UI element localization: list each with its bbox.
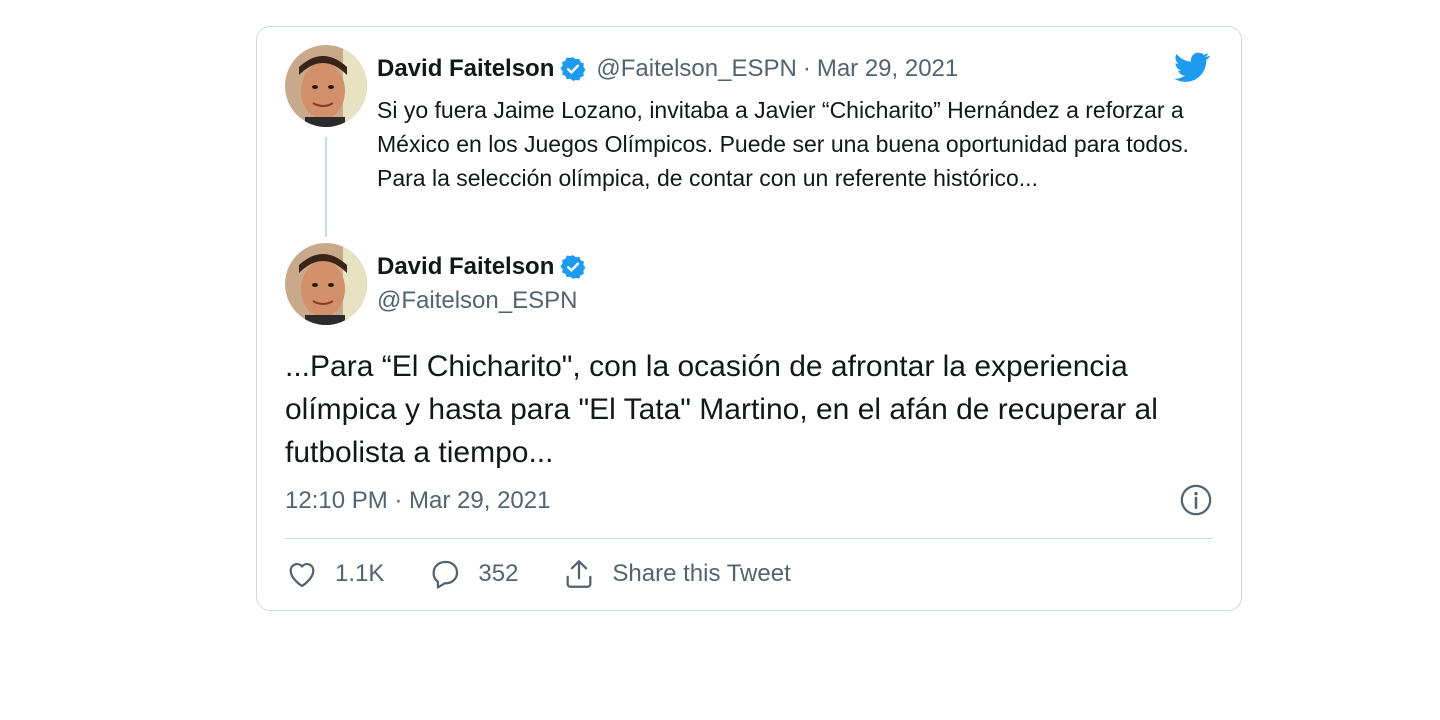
quoted-tweet-text: Si yo fuera Jaime Lozano, invitaba a Jav…: [377, 97, 1189, 191]
author-name[interactable]: David Faitelson: [377, 253, 554, 281]
tweet-actions: 1.1K 352 Share this Tweet: [285, 557, 835, 591]
like-button[interactable]: 1.1K: [285, 557, 384, 591]
like-count: 1.1K: [335, 560, 385, 587]
thread-connector-line: [325, 137, 327, 237]
verified-badge-icon: [560, 255, 586, 279]
info-icon[interactable]: [1179, 483, 1213, 517]
twitter-bird-icon[interactable]: [1171, 49, 1213, 85]
share-button[interactable]: Share this Tweet: [562, 557, 791, 591]
quoted-tweet-date[interactable]: Mar 29, 2021: [817, 55, 958, 83]
author-avatar[interactable]: [285, 243, 367, 325]
author-handle[interactable]: @Faitelson_ESPN: [377, 287, 577, 315]
heart-icon: [289, 563, 315, 588]
verified-badge-icon: [560, 57, 586, 81]
quoted-tweet-header: David Faitelson @Faitelson_ESPN · Mar 29…: [377, 55, 958, 83]
divider: [285, 538, 1213, 539]
author-avatar[interactable]: [285, 45, 367, 127]
author-handle[interactable]: @Faitelson_ESPN: [596, 55, 796, 83]
separator-dot: ·: [802, 55, 811, 82]
share-icon: [566, 560, 592, 588]
tweet-header: David Faitelson: [377, 253, 586, 281]
comment-icon: [432, 560, 459, 589]
avatar-photo: [285, 45, 367, 127]
tweet-text: ...Para “El Chicharito", con la ocasión …: [285, 350, 1158, 469]
tweet-embed-card: David Faitelson @Faitelson_ESPN · Mar 29…: [256, 26, 1242, 611]
reply-button[interactable]: 352: [428, 557, 518, 591]
reply-count: 352: [478, 560, 519, 587]
author-name[interactable]: David Faitelson: [377, 55, 554, 83]
avatar-photo: [285, 243, 367, 325]
tweet-timestamp[interactable]: 12:10 PM · Mar 29, 2021: [285, 487, 550, 515]
share-label: Share this Tweet: [612, 560, 791, 587]
